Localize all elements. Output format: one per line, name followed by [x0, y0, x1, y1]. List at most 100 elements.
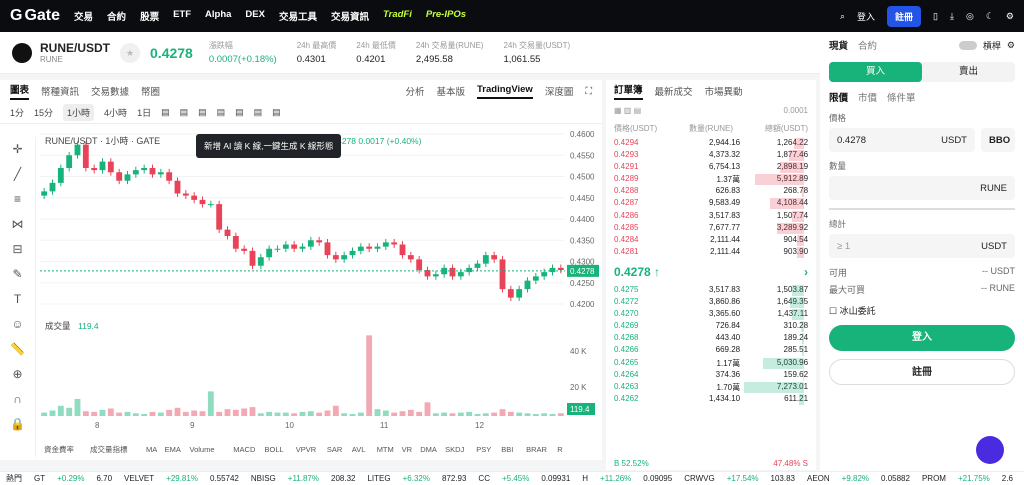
sell-tab[interactable]: 賣出 [922, 62, 1015, 82]
bottom-ticker-item[interactable]: +17.54% [727, 474, 759, 483]
indicator-tab[interactable]: VPVR [296, 445, 317, 454]
template-icon[interactable]: ▤ [217, 107, 226, 118]
qty-slider[interactable] [829, 208, 1015, 210]
register-button-panel[interactable]: 註冊 [829, 359, 1015, 385]
replay-icon[interactable]: ▤ [198, 107, 207, 118]
fullscreen-icon[interactable]: ⛶ [585, 86, 592, 97]
nav-item[interactable]: 交易工具 [279, 9, 317, 23]
chat-bot-icon[interactable] [976, 436, 1004, 464]
qty-input[interactable]: RUNE [829, 176, 1015, 200]
ob-row[interactable]: 0.4287 9,583.49 4,108.44 [606, 198, 816, 210]
bottom-ticker-item[interactable]: +5.45% [502, 474, 529, 483]
candlestick-chart[interactable]: RUNE/USDT · 1小時 · GATE 0.4278 0.0017 (+0.… [0, 124, 602, 460]
nav-item[interactable]: 股票 [140, 9, 159, 23]
text-icon[interactable]: T [0, 287, 35, 312]
total-input[interactable]: ≥ 1 USDT [829, 234, 1015, 258]
ob-layout-icons[interactable]: ▦ ▥ ▤ [614, 106, 641, 115]
chart-tab[interactable]: 圖表 [10, 82, 30, 100]
tab-spot[interactable]: 現貨 [829, 38, 848, 52]
chart-mode-tab[interactable]: 深度圖 [545, 84, 574, 98]
indicator-tab[interactable]: MACD [233, 445, 256, 454]
leverage-toggle[interactable] [958, 40, 977, 50]
nav-item[interactable]: Pre-IPOs [426, 9, 466, 23]
ob-row[interactable]: 0.4268 443.40 189.24 [606, 333, 816, 345]
bottom-ticker-item[interactable]: 熱門 [6, 473, 22, 484]
interval-button[interactable]: 4小時 [104, 106, 127, 119]
bottom-ticker-item[interactable]: 0.09931 [541, 474, 570, 483]
position-icon[interactable]: ⊟ [0, 237, 35, 262]
ob-tab[interactable]: 最新成交 [655, 84, 693, 98]
chart-mode-tab[interactable]: 基本版 [437, 84, 466, 98]
nav-item[interactable]: DEX [245, 9, 265, 23]
indicator-tab[interactable]: SAR [327, 445, 343, 454]
ob-row[interactable]: 0.4286 3,517.83 1,507.74 [606, 210, 816, 223]
chart-tab[interactable]: 交易數據 [91, 84, 129, 98]
ob-row[interactable]: 0.4284 2,111.44 904.54 [606, 234, 816, 247]
bottom-ticker-item[interactable]: 103.83 [771, 474, 795, 483]
indicator-tab[interactable]: R [557, 445, 563, 454]
line-icon[interactable]: ╱ [0, 162, 35, 187]
order-type-market[interactable]: 市價 [858, 90, 877, 104]
bottom-ticker-item[interactable]: 0.09095 [643, 474, 672, 483]
bottom-ticker-item[interactable]: +9.82% [842, 474, 869, 483]
bottom-ticker-item[interactable]: NBISG [251, 474, 276, 483]
indicator-tab[interactable]: MTM [377, 445, 394, 454]
ob-row[interactable]: 0.4265 1.17萬 5,030.96 [606, 357, 816, 370]
interval-button[interactable]: 1分 [10, 106, 24, 119]
indicator-tab[interactable]: BBI [501, 445, 513, 454]
ruler-icon[interactable]: 📏 [0, 337, 35, 362]
ob-row[interactable]: 0.4275 3,517.83 1,503.87 [606, 284, 816, 297]
compare-icon[interactable]: ▤ [180, 107, 189, 118]
bottom-ticker-item[interactable]: 0.05882 [881, 474, 910, 483]
nav-item[interactable]: 交易 [74, 9, 93, 23]
bottom-ticker-item[interactable]: +0.29% [57, 474, 84, 483]
ob-row[interactable]: 0.4293 4,373.32 1,877.46 [606, 150, 816, 162]
zoom-icon[interactable]: ⊕ [0, 362, 35, 387]
lock-icon[interactable]: 🔒 [0, 412, 35, 437]
ob-row[interactable]: 0.4269 726.84 310.28 [606, 321, 816, 333]
price-input[interactable]: 0.4278 USDT [829, 128, 975, 152]
gate-logo[interactable]: G Gate [10, 7, 60, 25]
indicator-tab[interactable]: DMA [420, 445, 437, 454]
nav-item[interactable]: TradFi [383, 9, 412, 23]
interval-button[interactable]: 15分 [34, 106, 53, 119]
register-button[interactable]: 註冊 [887, 5, 922, 27]
bbo-button[interactable]: BBO [981, 128, 1015, 152]
iceberg-checkbox[interactable]: ☐ 冰山委託 [829, 304, 1015, 317]
indicator-tab[interactable]: BOLL [265, 445, 284, 454]
bottom-ticker-item[interactable]: +11.87% [288, 474, 319, 483]
ob-row[interactable]: 0.4289 1.37萬 5,912.89 [606, 174, 816, 186]
bottom-ticker-item[interactable]: VELVET [124, 474, 154, 483]
bottom-ticker-item[interactable]: +6.32% [403, 474, 430, 483]
indicator-tab[interactable]: AVL [352, 445, 366, 454]
bot-icon[interactable]: ⚙ [1007, 40, 1015, 51]
chart-mode-tab[interactable]: 分析 [406, 84, 425, 98]
search-icon[interactable]: ⌕ [840, 11, 845, 22]
bottom-ticker-item[interactable]: GT [34, 474, 45, 483]
download-icon[interactable]: ⤓ [950, 11, 954, 22]
indicator-tab[interactable]: VR [402, 445, 413, 454]
tab-contract[interactable]: 合約 [858, 38, 877, 52]
bottom-ticker-item[interactable]: 872.93 [442, 474, 466, 483]
indicator-tab[interactable]: 資金費率 [44, 444, 74, 454]
indicator-tab[interactable]: SKDJ [445, 445, 464, 454]
indicator-tab[interactable]: BRAR [526, 445, 547, 454]
ob-row[interactable]: 0.4272 3,860.86 1,649.35 [606, 297, 816, 309]
settings-icon[interactable]: ⚙ [1006, 11, 1014, 22]
app-icon[interactable]: ▯ [933, 11, 938, 22]
globe-icon[interactable]: ◎ [966, 11, 974, 22]
ob-row[interactable]: 0.4263 1.70萬 7,273.01 [606, 381, 816, 394]
order-type-limit[interactable]: 限價 [829, 90, 848, 104]
ob-row[interactable]: 0.4294 2,944.16 1,264.22 [606, 138, 816, 150]
brush-icon[interactable]: ✎ [0, 262, 35, 287]
indicator-icon[interactable]: ▤ [161, 107, 170, 118]
bottom-ticker-item[interactable]: LITEG [367, 474, 390, 483]
nav-item[interactable]: Alpha [205, 9, 231, 23]
ob-row[interactable]: 0.4270 3,365.60 1,437.11 [606, 309, 816, 321]
bottom-ticker-item[interactable]: H [582, 474, 588, 483]
undo-icon[interactable]: ▤ [254, 107, 263, 118]
ob-row[interactable]: 0.4288 626.83 268.78 [606, 186, 816, 198]
chart-mode-tab[interactable]: TradingView [477, 84, 533, 99]
bottom-ticker-item[interactable]: 6.70 [96, 474, 112, 483]
ob-row[interactable]: 0.4281 2,111.44 903.90 [606, 246, 816, 259]
